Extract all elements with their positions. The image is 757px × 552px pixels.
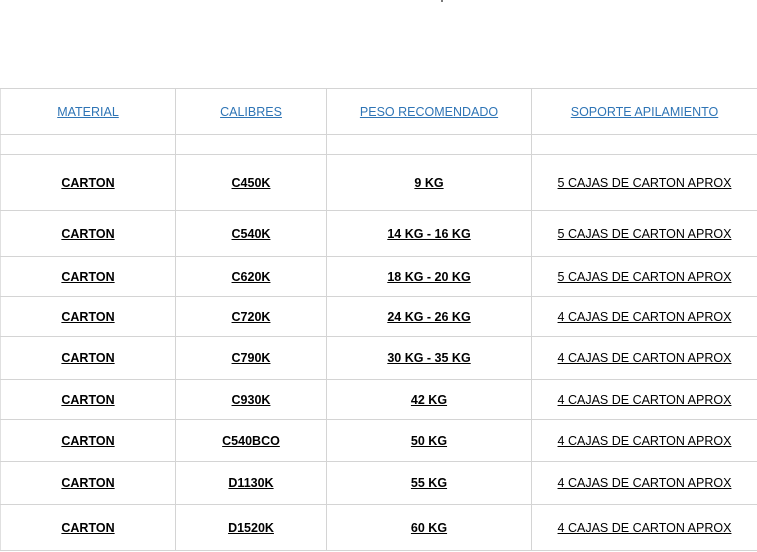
peso-cell: 42 KG <box>326 379 532 420</box>
calibre-cell: C620K <box>175 256 327 297</box>
table-row: CARTON D1130K 55 KG 4 CAJAS DE CARTON AP… <box>0 461 757 505</box>
header-soporte-apilamiento[interactable]: SOPORTE APILAMIENTO <box>531 88 757 135</box>
specs-table: MATERIAL CALIBRES PESO RECOMENDADO SOPOR… <box>0 88 757 551</box>
peso-cell: 50 KG <box>326 419 532 462</box>
soporte-cell: 4 CAJAS DE CARTON APROX <box>531 504 757 551</box>
calibre-cell: C720K <box>175 296 327 337</box>
material-cell: CARTON <box>0 504 176 551</box>
calibre-cell: C930K <box>175 379 327 420</box>
peso-cell: 60 KG <box>326 504 532 551</box>
table-row: CARTON C720K 24 KG - 26 KG 4 CAJAS DE CA… <box>0 296 757 337</box>
peso-cell: 9 KG <box>326 154 532 211</box>
material-cell: CARTON <box>0 336 176 380</box>
table-row: CARTON C540BCO 50 KG 4 CAJAS DE CARTON A… <box>0 419 757 462</box>
calibre-cell: C540K <box>175 210 327 257</box>
calibre-cell: C540BCO <box>175 419 327 462</box>
peso-cell: 30 KG - 35 KG <box>326 336 532 380</box>
peso-cell: 55 KG <box>326 461 532 505</box>
soporte-cell: 4 CAJAS DE CARTON APROX <box>531 419 757 462</box>
calibre-cell: C790K <box>175 336 327 380</box>
material-cell: CARTON <box>0 461 176 505</box>
header-material[interactable]: MATERIAL <box>0 88 176 135</box>
table-row: CARTON C790K 30 KG - 35 KG 4 CAJAS DE CA… <box>0 336 757 380</box>
soporte-cell: 4 CAJAS DE CARTON APROX <box>531 336 757 380</box>
table-row: CARTON C540K 14 KG - 16 KG 5 CAJAS DE CA… <box>0 210 757 257</box>
calibre-cell: D1130K <box>175 461 327 505</box>
calibre-cell: D1520K <box>175 504 327 551</box>
peso-cell: 24 KG - 26 KG <box>326 296 532 337</box>
material-cell: CARTON <box>0 296 176 337</box>
soporte-cell: 4 CAJAS DE CARTON APROX <box>531 296 757 337</box>
soporte-cell: 4 CAJAS DE CARTON APROX <box>531 379 757 420</box>
material-cell: CARTON <box>0 419 176 462</box>
header-calibres[interactable]: CALIBRES <box>175 88 327 135</box>
table-row: CARTON C930K 42 KG 4 CAJAS DE CARTON APR… <box>0 379 757 420</box>
material-cell: CARTON <box>0 210 176 257</box>
table-row: CARTON D1520K 60 KG 4 CAJAS DE CARTON AP… <box>0 504 757 551</box>
top-mark <box>441 0 443 2</box>
calibre-cell: C450K <box>175 154 327 211</box>
soporte-cell: 5 CAJAS DE CARTON APROX <box>531 210 757 257</box>
spacer-cell <box>531 134 757 155</box>
header-peso-recomendado[interactable]: PESO RECOMENDADO <box>326 88 532 135</box>
spacer-row <box>0 134 757 155</box>
spacer-cell <box>0 134 176 155</box>
soporte-cell: 4 CAJAS DE CARTON APROX <box>531 461 757 505</box>
table-header-row: MATERIAL CALIBRES PESO RECOMENDADO SOPOR… <box>0 88 757 135</box>
spacer-cell <box>175 134 327 155</box>
material-cell: CARTON <box>0 256 176 297</box>
material-cell: CARTON <box>0 379 176 420</box>
peso-cell: 18 KG - 20 KG <box>326 256 532 297</box>
table-row: CARTON C450K 9 KG 5 CAJAS DE CARTON APRO… <box>0 154 757 211</box>
peso-cell: 14 KG - 16 KG <box>326 210 532 257</box>
soporte-cell: 5 CAJAS DE CARTON APROX <box>531 154 757 211</box>
soporte-cell: 5 CAJAS DE CARTON APROX <box>531 256 757 297</box>
material-cell: CARTON <box>0 154 176 211</box>
table-row: CARTON C620K 18 KG - 20 KG 5 CAJAS DE CA… <box>0 256 757 297</box>
spacer-cell <box>326 134 532 155</box>
